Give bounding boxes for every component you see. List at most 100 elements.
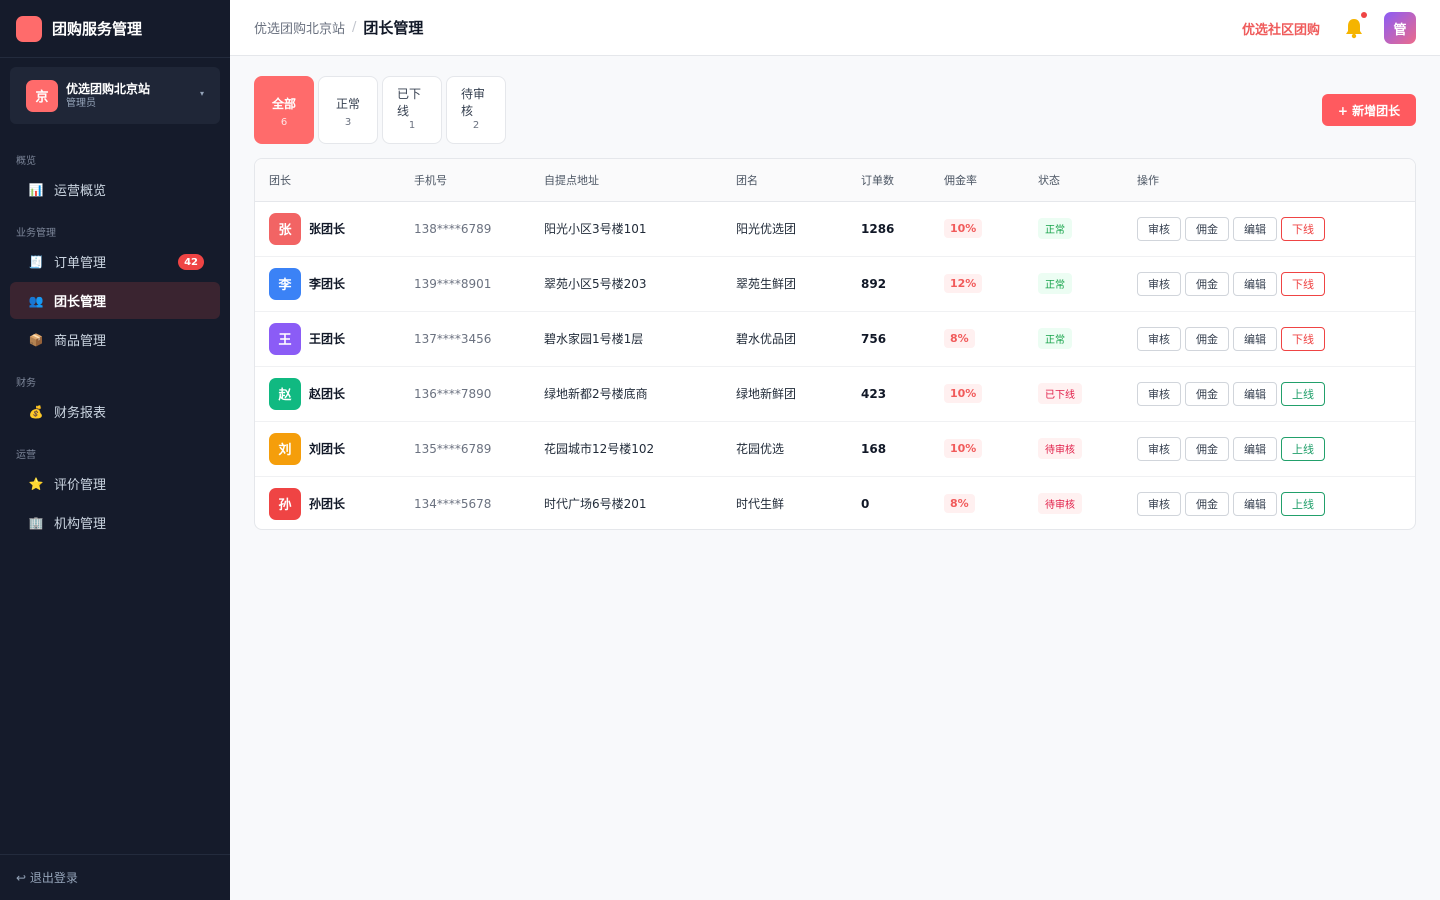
edit-button[interactable]: 编辑 xyxy=(1233,326,1277,351)
receipt-icon: 🧾 xyxy=(28,254,44,269)
table-header-row: 团长 手机号 自提点地址 团名 订单数 佣金率 状态 操作 xyxy=(255,159,1415,202)
bar-chart-icon: 📊 xyxy=(28,182,44,197)
toggle-online-button[interactable]: 下线 xyxy=(1281,326,1325,351)
money-bag-icon: 💰 xyxy=(28,404,44,419)
edit-button[interactable]: 编辑 xyxy=(1233,216,1277,241)
leader-avatar: 李 xyxy=(269,267,301,300)
column-header: 佣金率 xyxy=(930,159,1024,202)
status-badge: 已下线 xyxy=(1038,383,1082,404)
sidebar-item-finance-report[interactable]: 💰 财务报表 xyxy=(10,393,220,430)
leader-avatar: 王 xyxy=(269,322,301,355)
review-button[interactable]: 审核 xyxy=(1137,436,1181,461)
nav-group-finance: 财务 xyxy=(16,378,36,389)
brand-title: 团购服务管理 xyxy=(52,20,143,38)
edit-button[interactable]: 编辑 xyxy=(1233,436,1277,461)
toggle-online-button[interactable]: 下线 xyxy=(1281,271,1325,296)
sidebar-item-overview[interactable]: 📊 运营概览 xyxy=(10,171,220,208)
tab-pending[interactable]: 待审核 2 xyxy=(446,76,506,144)
org-switcher[interactable]: 京 优选团购北京站 管理员 ▾ xyxy=(10,67,220,124)
row-actions: 审核 佣金 编辑 下线 xyxy=(1137,271,1415,296)
tab-label: 全部 xyxy=(271,97,296,111)
edit-button[interactable]: 编辑 xyxy=(1233,381,1277,406)
address-cell: 绿地新都2号楼底商 xyxy=(530,366,722,422)
column-header: 自提点地址 xyxy=(530,159,722,202)
phone-cell: 137****3456 xyxy=(400,311,530,367)
nav-group-business: 业务管理 xyxy=(16,228,56,239)
table-row: 刘刘团长 135****6789 花园城市12号楼102 花园优选 168 10% 待审核审… xyxy=(255,421,1415,477)
sidebar-item-organizations[interactable]: 🏢 机构管理 xyxy=(10,504,220,541)
commission-rate-badge: 10% xyxy=(944,384,983,403)
user-avatar[interactable]: 管 xyxy=(1384,12,1416,44)
commission-rate-cell: 12% xyxy=(930,256,1024,312)
sidebar-item-label: 团长管理 xyxy=(54,295,107,310)
sidebar-item-reviews[interactable]: ⭐ 评价管理 xyxy=(10,465,220,502)
row-actions: 审核 佣金 编辑 上线 xyxy=(1137,491,1415,516)
org-role: 管理员 xyxy=(66,97,96,109)
commission-rate-badge: 8% xyxy=(944,329,975,348)
bell-icon[interactable] xyxy=(1344,12,1367,39)
page-title: 团长管理 xyxy=(363,19,424,37)
sidebar-item-orders[interactable]: 🧾 订单管理 42 xyxy=(10,243,220,280)
tab-normal[interactable]: 正常 3 xyxy=(318,76,378,144)
toggle-online-button[interactable]: 上线 xyxy=(1281,381,1325,406)
commission-rate-cell: 10% xyxy=(930,421,1024,477)
status-cell: 待审核 xyxy=(1024,421,1123,477)
leader-name: 刘团长 xyxy=(309,442,346,456)
users-icon: 👥 xyxy=(28,293,44,308)
commission-button[interactable]: 佣金 xyxy=(1185,436,1229,461)
leader-cell: 刘刘团长 xyxy=(255,421,400,477)
leader-name: 孙团长 xyxy=(309,497,346,512)
edit-button[interactable]: 编辑 xyxy=(1233,271,1277,296)
review-button[interactable]: 审核 xyxy=(1137,216,1181,241)
edit-button[interactable]: 编辑 xyxy=(1233,491,1277,516)
logout-button[interactable]: ↩ 退出登录 xyxy=(0,854,230,900)
community-link[interactable]: 优选社区团购 xyxy=(1242,19,1320,38)
leader-name: 张团长 xyxy=(309,222,346,236)
status-badge: 待审核 xyxy=(1038,493,1082,515)
sidebar-item-label: 评价管理 xyxy=(54,478,107,493)
review-button[interactable]: 审核 xyxy=(1137,491,1181,516)
actions-cell: 审核 佣金 编辑 下线 xyxy=(1123,256,1415,312)
leader-info: 赵赵团长 xyxy=(269,377,400,410)
sidebar-item-label: 财务报表 xyxy=(54,406,107,421)
notification-dot xyxy=(1361,12,1367,18)
status-cell: 正常 xyxy=(1024,256,1123,312)
order-count-cell: 892 xyxy=(847,256,930,312)
actions-cell: 审核 佣金 编辑 下线 xyxy=(1123,201,1415,257)
tab-count: 2 xyxy=(472,120,480,131)
leader-name: 赵团长 xyxy=(309,387,346,401)
add-leader-button[interactable]: + 新增团长 xyxy=(1322,94,1416,126)
status-badge: 正常 xyxy=(1038,218,1072,239)
breadcrumb-parent[interactable]: 优选团购北京站 xyxy=(254,18,345,37)
commission-button[interactable]: 佣金 xyxy=(1185,271,1229,296)
sidebar-item-label: 运营概览 xyxy=(54,184,107,199)
leader-cell: 赵赵团长 xyxy=(255,366,400,422)
toggle-online-button[interactable]: 上线 xyxy=(1281,491,1325,516)
table-row: 李李团长 139****8901 翠苑小区5号楼203 翠苑生鲜团 892 12% 正常 审核… xyxy=(255,256,1415,312)
review-button[interactable]: 审核 xyxy=(1137,326,1181,351)
review-button[interactable]: 审核 xyxy=(1137,381,1181,406)
review-button[interactable]: 审核 xyxy=(1137,271,1181,296)
sidebar: 团购服务管理 京 优选团购北京站 管理员 ▾ 概览 📊 运营概览 业务管理 🧾 … xyxy=(0,0,230,900)
toggle-online-button[interactable]: 下线 xyxy=(1281,216,1325,241)
tab-all[interactable]: 全部 6 xyxy=(254,76,314,144)
sidebar-item-products[interactable]: 📦 商品管理 xyxy=(10,321,220,358)
leader-cell: 张张团长 xyxy=(255,201,400,257)
table-row: 张张团长 138****6789 阳光小区3号楼101 阳光优选团 1286 10% 正常审… xyxy=(255,201,1415,257)
sidebar-item-leaders[interactable]: 👥 团长管理 xyxy=(10,282,220,319)
star-icon: ⭐ xyxy=(28,476,44,491)
phone-cell: 136****7890 xyxy=(400,366,530,422)
tab-offline[interactable]: 已下线 1 xyxy=(382,76,442,144)
commission-button[interactable]: 佣金 xyxy=(1185,326,1229,351)
group-name-cell: 翠苑生鲜团 xyxy=(722,256,847,312)
leader-avatar: 孙 xyxy=(269,487,301,520)
commission-button[interactable]: 佣金 xyxy=(1185,491,1229,516)
table-row: 孙孙团长 134****5678 时代广场6号楼201 时代生鲜 0 8% 待审核 审核 佣金编… xyxy=(255,476,1415,529)
commission-button[interactable]: 佣金 xyxy=(1185,216,1229,241)
chevron-down-icon: ▾ xyxy=(199,89,204,98)
commission-rate-badge: 8% xyxy=(944,494,975,514)
column-header: 团长 xyxy=(255,159,400,202)
toggle-online-button[interactable]: 上线 xyxy=(1281,436,1325,461)
leader-info: 王王团长 xyxy=(269,322,400,355)
commission-button[interactable]: 佣金 xyxy=(1185,381,1229,406)
